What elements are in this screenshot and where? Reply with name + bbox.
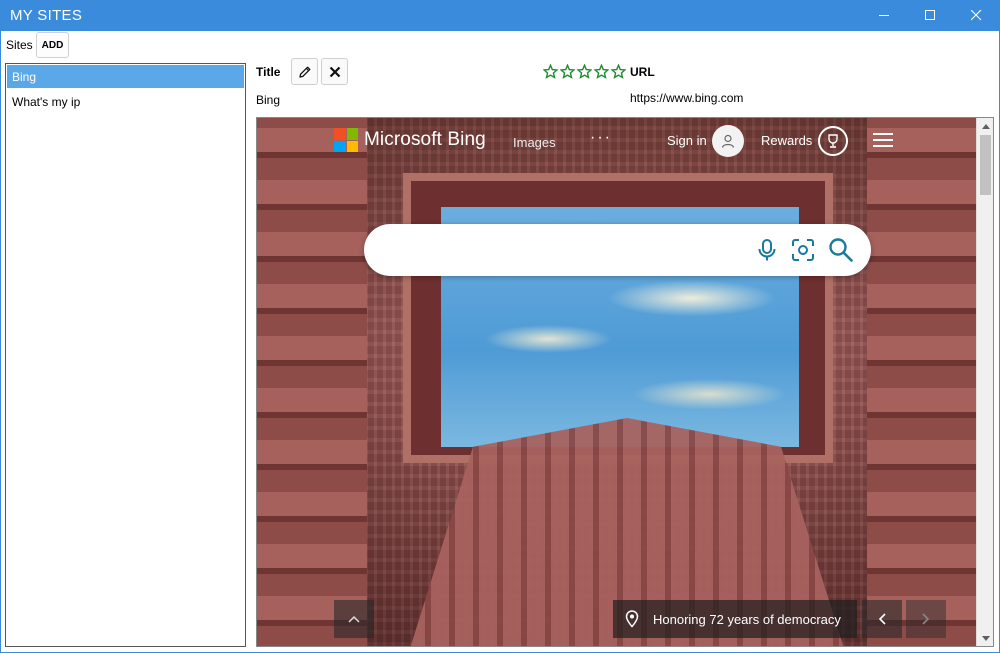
delete-button[interactable] bbox=[321, 58, 348, 85]
star-icon[interactable] bbox=[611, 64, 626, 79]
search-input[interactable] bbox=[364, 224, 871, 276]
menu-button[interactable] bbox=[873, 131, 893, 149]
visual-search-icon bbox=[792, 239, 814, 261]
close-icon bbox=[970, 10, 981, 21]
previous-image-button[interactable] bbox=[862, 600, 902, 638]
title-label: Title bbox=[256, 65, 281, 79]
nav-more-menu[interactable]: ··· bbox=[590, 129, 612, 147]
minimize-icon bbox=[878, 15, 889, 16]
user-icon bbox=[721, 134, 735, 148]
window-title: MY SITES bbox=[10, 7, 83, 24]
pencil-icon bbox=[298, 66, 310, 78]
add-site-button[interactable]: ADD bbox=[36, 32, 69, 58]
voice-search-button[interactable] bbox=[753, 236, 781, 264]
bing-brand-name: Microsoft Bing bbox=[364, 129, 486, 150]
star-icon[interactable] bbox=[560, 64, 575, 79]
web-view[interactable]: Microsoft Bing Images ··· Sign in Reward… bbox=[256, 117, 994, 647]
next-image-button[interactable] bbox=[906, 600, 946, 638]
visual-search-button[interactable] bbox=[789, 236, 817, 264]
maximize-button[interactable] bbox=[907, 0, 953, 31]
sign-in-link[interactable]: Sign in bbox=[667, 133, 707, 148]
microphone-icon bbox=[758, 239, 776, 261]
search-button[interactable] bbox=[827, 236, 855, 264]
image-caption[interactable]: Honoring 72 years of democracy bbox=[613, 600, 857, 638]
maximize-icon bbox=[924, 10, 935, 20]
star-icon[interactable] bbox=[577, 64, 592, 79]
scroll-down-arrow-icon bbox=[981, 635, 990, 641]
url-label: URL bbox=[630, 65, 655, 79]
title-value: Bing bbox=[256, 93, 281, 107]
rating-stars[interactable] bbox=[543, 64, 626, 79]
edit-button[interactable] bbox=[291, 58, 318, 85]
avatar[interactable] bbox=[712, 125, 744, 157]
sites-label: Sites bbox=[6, 38, 33, 52]
hamburger-icon bbox=[873, 133, 893, 147]
star-icon[interactable] bbox=[594, 64, 609, 79]
scrollbar-down-arrow[interactable] bbox=[977, 630, 993, 646]
scrollbar-up-arrow[interactable] bbox=[977, 118, 993, 134]
nav-images-link[interactable]: Images bbox=[513, 135, 556, 150]
url-value: https://www.bing.com bbox=[630, 91, 744, 105]
minimize-button[interactable] bbox=[861, 0, 907, 31]
site-list[interactable]: Bing What's my ip bbox=[5, 63, 246, 647]
scroll-up-arrow-icon bbox=[981, 123, 990, 129]
chevron-right-icon bbox=[922, 613, 930, 625]
vertical-scrollbar[interactable] bbox=[976, 118, 993, 646]
image-caption-text: Honoring 72 years of democracy bbox=[653, 611, 841, 627]
rewards-button[interactable] bbox=[818, 126, 848, 156]
chevron-up-icon bbox=[348, 615, 360, 623]
site-list-item-bing[interactable]: Bing bbox=[7, 65, 244, 88]
site-list-item-whats-my-ip[interactable]: What's my ip bbox=[6, 89, 245, 114]
trophy-icon bbox=[828, 134, 838, 148]
background-carving-left bbox=[257, 118, 367, 646]
background-carving-right bbox=[867, 118, 977, 646]
rewards-link[interactable]: Rewards bbox=[761, 133, 812, 148]
title-bar: MY SITES bbox=[0, 0, 1000, 31]
search-icon bbox=[829, 238, 853, 262]
location-pin-icon bbox=[625, 610, 639, 628]
microsoft-logo-icon bbox=[334, 128, 358, 152]
scroll-up-button[interactable] bbox=[334, 600, 374, 638]
star-icon[interactable] bbox=[543, 64, 558, 79]
scrollbar-thumb[interactable] bbox=[980, 135, 991, 195]
close-window-button[interactable] bbox=[953, 0, 999, 31]
bing-logo[interactable]: Microsoft Bing bbox=[334, 128, 486, 152]
chevron-left-icon bbox=[878, 613, 886, 625]
x-icon bbox=[329, 66, 340, 77]
